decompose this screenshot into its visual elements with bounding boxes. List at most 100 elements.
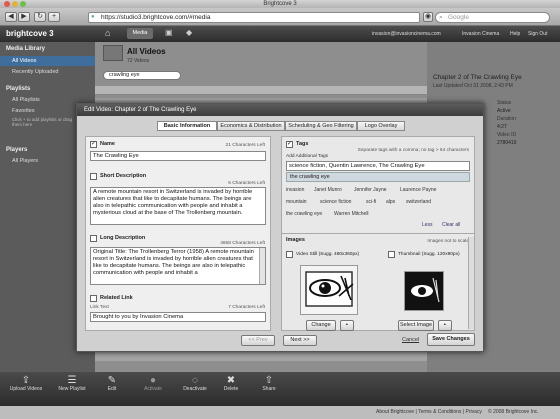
- long-description-field[interactable]: Original Title: The Trollenberg Terror (…: [90, 247, 266, 285]
- change-image-button[interactable]: Change: [306, 320, 336, 331]
- bottom-toolbar: ⇪ Upload Videos ☰ New Playlist ✎ Edit ● …: [0, 372, 560, 406]
- secure-lock-icon: ●: [91, 14, 95, 20]
- window-title: Brightcove 3: [263, 1, 297, 7]
- short-description-field[interactable]: A remote mountain resort in Switzerland …: [90, 187, 266, 225]
- sidebar-item-all-videos[interactable]: All Videos: [0, 56, 95, 66]
- reload-button[interactable]: ↻: [34, 12, 46, 22]
- tags-checkbox[interactable]: ✓: [286, 141, 293, 148]
- video-search-input[interactable]: crawling eye: [103, 71, 181, 80]
- sign-out-link[interactable]: Sign Out: [528, 31, 547, 37]
- sidebar-item-recently-uploaded[interactable]: Recently Uploaded: [0, 67, 95, 77]
- tag-chip[interactable]: switzerland: [406, 199, 431, 205]
- deactivate-label: Deactivate: [183, 386, 207, 392]
- back-button[interactable]: ◀: [5, 12, 17, 22]
- minimize-window-icon[interactable]: [12, 1, 18, 7]
- forward-button[interactable]: ▶: [18, 12, 30, 22]
- long-description-label: Long Description: [100, 235, 146, 241]
- tag-chip[interactable]: Laurence Payne: [400, 187, 436, 193]
- sidebar-item-all-playlists[interactable]: All Playlists: [12, 97, 40, 103]
- section-divider: [282, 233, 474, 234]
- search-field[interactable]: ⌕ Google: [435, 12, 550, 23]
- tag-chip[interactable]: science fiction: [320, 199, 351, 205]
- user-name[interactable]: Invasion Cinema: [462, 31, 499, 37]
- tab-logo-overlay[interactable]: Logo Overlay: [357, 121, 405, 131]
- add-tags-value: science fiction, Quentin Lawrence, The C…: [289, 163, 425, 169]
- tag-chip[interactable]: Jennifer Jayne: [354, 187, 387, 193]
- table-row[interactable]: [95, 352, 427, 361]
- footer-links[interactable]: About Brightcove | Terms & Conditions | …: [376, 406, 482, 419]
- long-description-checkbox[interactable]: [90, 235, 97, 242]
- help-link[interactable]: Help: [510, 31, 520, 37]
- detail-title: Chapter 2 of The Crawling Eye: [433, 74, 522, 81]
- clear-all-link[interactable]: Clear all: [442, 222, 460, 228]
- edit-video-dialog: Edit Video: Chapter 2 of The Crawling Ey…: [76, 103, 484, 352]
- select-image-button[interactable]: Select Image: [398, 320, 434, 331]
- zoom-window-icon[interactable]: [20, 1, 26, 7]
- duration-value: 4:27: [497, 124, 507, 130]
- close-window-icon[interactable]: [4, 1, 10, 7]
- save-changes-button[interactable]: Save Changes: [427, 333, 475, 346]
- rss-icon[interactable]: ◉: [423, 12, 433, 22]
- cancel-link[interactable]: Cancel: [402, 337, 419, 343]
- video-still-label: Video Still (Sugg. 480x360px): [296, 252, 360, 257]
- thumbnail-checkbox[interactable]: [388, 251, 395, 258]
- upload-videos-label: Upload Videos: [9, 386, 43, 392]
- search-field-placeholder: Google: [448, 14, 469, 21]
- long-description-scrollbar[interactable]: [259, 248, 265, 284]
- link-text-field[interactable]: Brought to you by Invasion Cinema: [90, 312, 266, 322]
- short-description-value: A remote mountain resort in Switzerland …: [93, 189, 253, 216]
- upload-videos-button[interactable]: ⇪ Upload Videos: [6, 375, 46, 403]
- add-bookmark-button[interactable]: +: [48, 12, 60, 22]
- add-tags-field[interactable]: science fiction, Quentin Lawrence, The C…: [286, 161, 470, 171]
- thumb-delete-icon[interactable]: ▪: [438, 320, 452, 331]
- tag-chip[interactable]: invasion: [286, 187, 304, 193]
- name-field[interactable]: The Crawling Eye: [90, 151, 266, 161]
- tag-chip[interactable]: alps: [386, 199, 395, 205]
- tag-chip[interactable]: Warren Mitchell: [334, 211, 369, 217]
- long-description-chars-left: 4658 Characters Left: [220, 241, 265, 246]
- short-description-checkbox[interactable]: [90, 173, 97, 180]
- tag-chip[interactable]: the crawling eye: [286, 211, 322, 217]
- next-button[interactable]: Next >>: [283, 335, 317, 346]
- tab-scheduling-geo-filtering[interactable]: Scheduling & Geo Filtering: [285, 121, 357, 131]
- new-playlist-button[interactable]: ☰ New Playlist: [52, 375, 92, 403]
- activate-button[interactable]: ● Activate: [136, 375, 170, 403]
- deactivate-button[interactable]: ◌ Deactivate: [175, 375, 215, 403]
- tag-suggestion[interactable]: the crawling eye: [286, 172, 470, 182]
- tab-basic-information[interactable]: Basic Information: [157, 121, 217, 131]
- share-icon: ⇧: [264, 375, 274, 386]
- folder-icon: [103, 45, 123, 61]
- less-link[interactable]: Less: [422, 222, 433, 228]
- sidebar-item-favorites[interactable]: Favorites: [12, 108, 35, 114]
- sidebar-item-all-players[interactable]: All Players: [12, 158, 38, 164]
- brightcove-logo: brightcove 3: [6, 29, 54, 38]
- video-still-checkbox[interactable]: [286, 251, 293, 258]
- basic-info-right-column: ✓ Tags Separate tags with a comma; no ta…: [281, 136, 475, 331]
- home-icon[interactable]: ⌂: [105, 28, 117, 39]
- right-column-scrollbar[interactable]: [468, 237, 474, 329]
- still-delete-icon[interactable]: ▪: [340, 320, 354, 331]
- publishing-icon[interactable]: ▣: [165, 28, 173, 37]
- analytics-icon[interactable]: ◆: [186, 28, 192, 37]
- edit-button[interactable]: ✎ Edit: [100, 375, 124, 403]
- images-label: Images: [286, 237, 305, 243]
- share-button[interactable]: ⇧ Share: [256, 375, 282, 403]
- name-chars-left: 21 Characters Left: [225, 143, 265, 148]
- tag-chip[interactable]: sci-fi: [366, 199, 376, 205]
- video-id-value: 2780419: [497, 140, 517, 146]
- prev-button[interactable]: << Prev: [241, 335, 275, 346]
- related-link-checkbox[interactable]: [90, 295, 97, 302]
- address-bar[interactable]: ● https://studio3.brightcove.com/#media: [88, 12, 420, 23]
- name-checkbox[interactable]: ✓: [90, 141, 97, 148]
- playlists-heading: Playlists: [6, 86, 31, 92]
- tag-chip[interactable]: Janet Munro: [314, 187, 342, 193]
- basic-info-left-column: ✓ Name 21 Characters Left The Crawling E…: [85, 136, 271, 331]
- tag-chip[interactable]: mountain: [286, 199, 307, 205]
- long-description-value: Original Title: The Trollenberg Terror (…: [93, 249, 254, 276]
- delete-button[interactable]: ✖ Delete: [218, 375, 244, 403]
- edit-label: Edit: [107, 386, 117, 392]
- tab-economics-distribution[interactable]: Economics & Distribution: [217, 121, 285, 131]
- media-tab[interactable]: Media: [127, 28, 153, 39]
- status-value: Active: [497, 108, 511, 114]
- tags-label: Tags: [296, 141, 309, 147]
